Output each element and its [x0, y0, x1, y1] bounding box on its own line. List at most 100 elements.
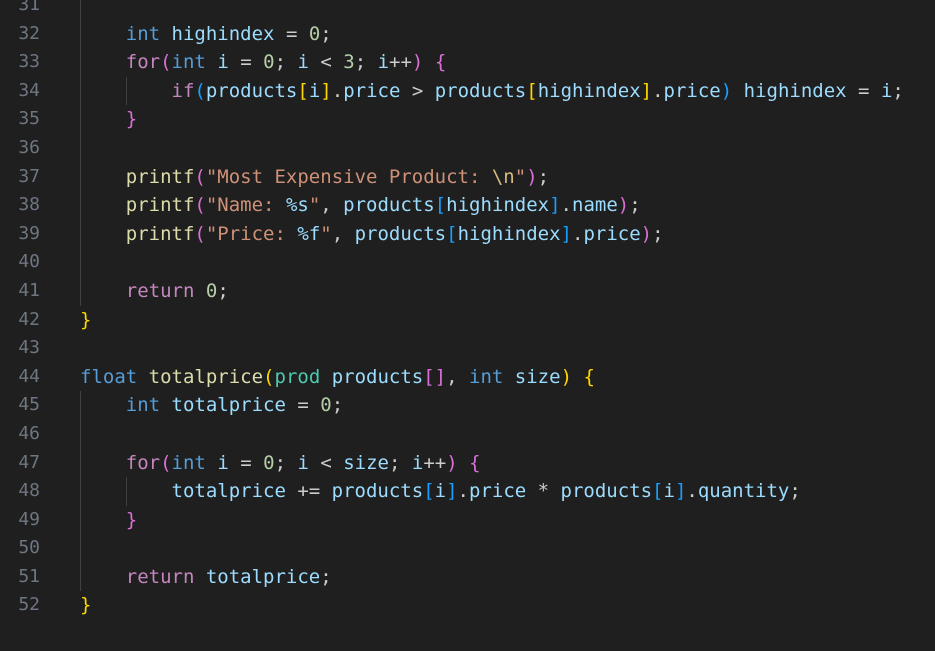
code-line[interactable]: 39 printf("Price: %f", products[highinde…	[0, 219, 935, 249]
indent-guide	[80, 534, 81, 563]
code-token: ;	[389, 451, 412, 474]
code-line[interactable]: 43	[0, 334, 935, 363]
code-token: [	[526, 79, 538, 102]
code-token: [	[423, 480, 435, 503]
code-token: )	[720, 79, 733, 102]
code-token: int	[469, 365, 504, 388]
code-token: [	[297, 79, 309, 102]
code-token: (	[194, 79, 206, 102]
code-token: "Name:	[205, 194, 286, 217]
code-token: price	[583, 222, 641, 245]
line-number: 37	[18, 165, 40, 187]
code-token: .	[331, 79, 344, 102]
code-line[interactable]: 42}	[0, 306, 935, 335]
code-token: .	[560, 194, 572, 217]
code-token: products	[331, 365, 424, 388]
code-line[interactable]: 46	[0, 419, 935, 449]
code-text: }	[80, 306, 91, 335]
code-token: highindex	[171, 22, 275, 45]
code-token: .	[457, 480, 469, 503]
code-token: totalprice	[205, 565, 321, 588]
code-token: int	[171, 51, 206, 74]
code-token: highindex	[743, 79, 847, 102]
code-token: }	[80, 594, 92, 617]
code-line[interactable]: 40	[0, 248, 935, 277]
code-token: +=	[285, 480, 332, 503]
code-editor[interactable]: 31 32 int highindex = 0; 33 for(int i = 0;…	[0, 0, 935, 651]
indent-guide	[80, 0, 81, 20]
code-token: ;	[274, 51, 298, 74]
code-token: )	[411, 51, 424, 74]
code-token: ++	[423, 451, 447, 474]
code-text: }	[80, 591, 91, 620]
code-token: highindex	[446, 194, 550, 217]
line-number: 36	[18, 136, 40, 158]
code-token: products	[331, 480, 424, 503]
line-number: 38	[18, 194, 40, 216]
code-line[interactable]: 52}	[0, 591, 935, 620]
code-token: ]	[549, 194, 561, 217]
code-token: float	[80, 365, 138, 388]
code-line[interactable]: 41 return 0;	[0, 276, 935, 306]
code-token: highindex	[537, 79, 641, 102]
code-token: size	[514, 365, 561, 388]
code-token: printf	[125, 165, 195, 188]
code-token: if	[171, 79, 195, 102]
code-line[interactable]: 38 printf("Name: %s", products[highindex…	[0, 191, 935, 220]
code-line[interactable]: 35 }	[0, 105, 935, 134]
code-line[interactable]: 37 printf("Most Expensive Product: \n");	[0, 162, 935, 192]
code-token: (	[160, 51, 172, 74]
code-text: for(int i = 0; i < size; i++) {	[80, 449, 481, 478]
code-token: quantity	[697, 480, 790, 503]
code-token: size	[343, 451, 389, 474]
code-token: ]	[320, 79, 332, 102]
code-token: =	[228, 51, 264, 74]
code-token: )	[617, 194, 630, 217]
code-token: )	[560, 365, 573, 388]
code-token: i	[880, 79, 893, 102]
code-token: "	[514, 165, 527, 188]
code-line[interactable]: 32 int highindex = 0;	[0, 19, 935, 49]
code-token: ;	[789, 480, 801, 503]
code-line[interactable]: 51 return totalprice;	[0, 562, 935, 592]
code-token: return	[125, 279, 195, 302]
code-line[interactable]: 34 if(products[i].price > products[highi…	[0, 76, 935, 106]
code-token: ;	[217, 279, 229, 302]
code-token: .	[652, 79, 664, 102]
code-text: if(products[i].price > products[highinde…	[80, 77, 904, 106]
code-token: return	[125, 565, 195, 588]
code-token: .	[686, 480, 698, 503]
code-line[interactable]: 45 int totalprice = 0;	[0, 391, 935, 420]
code-token: %f	[297, 222, 321, 245]
code-line[interactable]: 36	[0, 133, 935, 163]
code-line[interactable]: 44 float totalprice(prod products[], int …	[0, 363, 935, 392]
code-line[interactable]: 48 totalprice += products[i].price * pro…	[0, 477, 935, 506]
code-token: ]	[446, 480, 458, 503]
code-token: .	[571, 222, 584, 245]
code-token: )	[526, 165, 538, 188]
code-token: prod	[274, 365, 321, 388]
code-line[interactable]: 50	[0, 534, 935, 563]
code-token: 0	[263, 451, 275, 474]
code-token: *	[526, 480, 561, 503]
code-token: %s	[285, 194, 309, 217]
code-line[interactable]: 33 for(int i = 0; i < 3; i++) {	[0, 48, 935, 77]
code-token: ++	[389, 51, 412, 74]
code-line[interactable]: 31	[0, 0, 935, 20]
code-line[interactable]: 49 }	[0, 505, 935, 535]
code-token: ,	[331, 222, 355, 245]
code-text: return totalprice;	[80, 563, 332, 592]
code-line[interactable]: 47 for(int i = 0; i < size; i++) {	[0, 448, 935, 478]
code-text: }	[80, 105, 137, 134]
code-token: i	[297, 451, 309, 474]
line-number: 49	[18, 508, 40, 530]
code-token: (	[194, 222, 206, 245]
code-token: i	[217, 451, 229, 474]
editor-lines: 31 32 int highindex = 0; 33 for(int i = 0;…	[0, 0, 935, 620]
code-token: 0	[320, 394, 332, 417]
code-token: =	[846, 79, 881, 102]
code-text: totalprice += products[i].price * produc…	[80, 477, 801, 506]
